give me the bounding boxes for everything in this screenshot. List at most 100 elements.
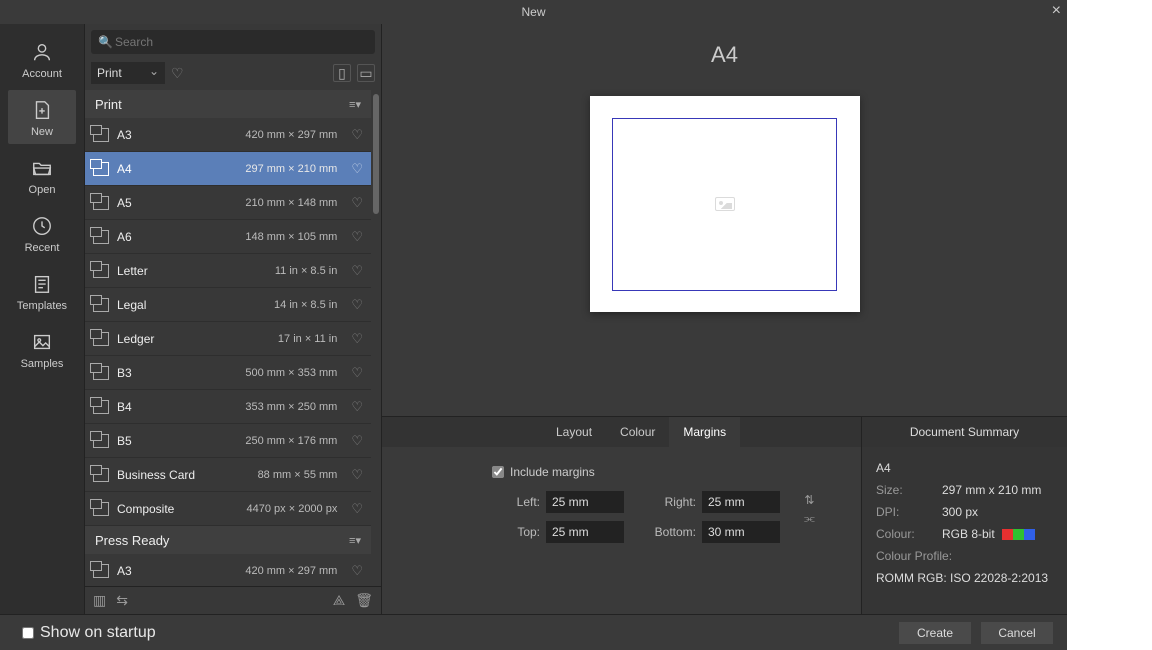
preset-row-b3[interactable]: B3 500 mm × 353 mm ♡	[85, 356, 371, 390]
page-icon	[93, 502, 109, 516]
favorite-filter-icon[interactable]: ♡	[171, 65, 184, 82]
preset-row-letter[interactable]: Letter 11 in × 8.5 in ♡	[85, 254, 371, 288]
preset-name: B4	[117, 400, 237, 414]
heart-icon[interactable]: ♡	[351, 263, 363, 279]
preset-dims: 353 mm × 250 mm	[245, 401, 337, 413]
heart-icon[interactable]: ♡	[351, 229, 363, 245]
heart-icon[interactable]: ♡	[351, 467, 363, 483]
nav-samples[interactable]: Samples	[8, 322, 76, 376]
margin-left-label: Left:	[492, 495, 540, 509]
tab-margins[interactable]: Margins	[669, 417, 740, 447]
preset-name: A5	[117, 196, 237, 210]
cancel-button[interactable]: Cancel	[981, 622, 1053, 644]
window-title: New	[521, 5, 545, 19]
tab-layout[interactable]: Layout	[542, 417, 606, 447]
page-margin-box	[612, 118, 837, 291]
category-select[interactable]: Print	[91, 62, 165, 84]
preset-dims: 88 mm × 55 mm	[258, 469, 338, 481]
new-document-icon	[28, 98, 56, 122]
footer: Show on startup Create Cancel	[0, 614, 1067, 650]
page-icon	[93, 434, 109, 448]
show-on-startup-label: Show on startup	[40, 624, 156, 642]
nav-label: Templates	[17, 300, 67, 312]
group-title: Press Ready	[95, 533, 169, 548]
margin-bottom-label: Bottom:	[648, 525, 696, 539]
group-header-print: Print ≡▾	[85, 90, 371, 118]
page-icon	[93, 332, 109, 346]
preset-row-a3[interactable]: A3 420 mm × 297 mm ♡	[85, 118, 371, 152]
page-preview	[590, 96, 860, 312]
preset-row-ledger[interactable]: Ledger 17 in × 11 in ♡	[85, 322, 371, 356]
margin-bottom-input[interactable]	[702, 521, 780, 543]
preview-title: A4	[711, 42, 738, 68]
preset-row-legal[interactable]: Legal 14 in × 8.5 in ♡	[85, 288, 371, 322]
preset-name: B5	[117, 434, 237, 448]
unlink-margins-icon[interactable]: ⫘	[804, 511, 815, 526]
margin-left-input[interactable]	[546, 491, 624, 513]
preset-row-composite[interactable]: Composite 4470 px × 2000 px ♡	[85, 492, 371, 526]
summary-size-label: Size:	[876, 483, 942, 497]
nav-account[interactable]: Account	[8, 32, 76, 86]
heart-icon[interactable]: ♡	[351, 161, 363, 177]
nav-recent[interactable]: Recent	[8, 206, 76, 260]
swatch-blue	[1024, 529, 1035, 540]
preset-dims: 210 mm × 148 mm	[245, 197, 337, 209]
include-margins-checkbox[interactable]	[492, 466, 504, 478]
preset-dims: 14 in × 8.5 in	[274, 299, 337, 311]
organize-icon[interactable]: ⇆	[116, 592, 128, 609]
heart-icon[interactable]: ♡	[351, 195, 363, 211]
group-menu-icon[interactable]: ≡▾	[349, 534, 361, 547]
group-menu-icon[interactable]: ≡▾	[349, 98, 361, 111]
summary-size: 297 mm x 210 mm	[942, 483, 1041, 497]
preset-row-press-a3[interactable]: A3 420 mm × 297 mm ♡	[85, 554, 371, 586]
group-header-press-ready: Press Ready ≡▾	[85, 526, 371, 554]
swatch-red	[1002, 529, 1013, 540]
preview-area: A4	[382, 24, 1067, 416]
preset-row-business-card[interactable]: Business Card 88 mm × 55 mm ♡	[85, 458, 371, 492]
heart-icon[interactable]: ♡	[351, 433, 363, 449]
landscape-icon[interactable]: ▭	[357, 64, 375, 82]
heart-icon[interactable]: ♡	[351, 365, 363, 381]
show-on-startup-checkbox[interactable]	[22, 627, 34, 639]
nav-templates[interactable]: Templates	[8, 264, 76, 318]
tab-colour[interactable]: Colour	[606, 417, 669, 447]
preset-row-a4[interactable]: A4 297 mm × 210 mm ♡	[85, 152, 371, 186]
link-margins-icon[interactable]: ⇅	[804, 493, 814, 507]
rename-icon[interactable]: ⟁	[333, 592, 346, 609]
margin-top-input[interactable]	[546, 521, 624, 543]
close-icon[interactable]: ×	[1052, 2, 1061, 20]
presets-panel: 🔍 Print ♡ ▯ ▭ Print ≡▾	[84, 24, 382, 614]
heart-icon[interactable]: ♡	[351, 501, 363, 517]
add-preset-icon[interactable]: ▥	[93, 592, 106, 609]
heart-icon[interactable]: ♡	[351, 331, 363, 347]
settings-tabs: Layout Colour Margins	[382, 417, 861, 447]
preset-row-b4[interactable]: B4 353 mm × 250 mm ♡	[85, 390, 371, 424]
heart-icon[interactable]: ♡	[351, 399, 363, 415]
nav-new[interactable]: New	[8, 90, 76, 144]
page-icon	[93, 264, 109, 278]
preset-dims: 11 in × 8.5 in	[275, 265, 337, 277]
portrait-icon[interactable]: ▯	[333, 64, 351, 82]
preset-scrollbar[interactable]	[373, 94, 379, 214]
preset-dims: 420 mm × 297 mm	[245, 565, 337, 577]
summary-title: Document Summary	[862, 417, 1067, 447]
nav-label: Account	[22, 68, 62, 80]
heart-icon[interactable]: ♡	[351, 563, 363, 579]
margins-panel: Include margins Left: Top:	[382, 447, 861, 614]
heart-icon[interactable]: ♡	[351, 127, 363, 143]
image-icon	[28, 330, 56, 354]
preset-row-a5[interactable]: A5 210 mm × 148 mm ♡	[85, 186, 371, 220]
preset-name: Ledger	[117, 332, 270, 346]
delete-icon[interactable]: 🗑	[355, 592, 373, 609]
preset-row-a6[interactable]: A6 148 mm × 105 mm ♡	[85, 220, 371, 254]
margin-right-input[interactable]	[702, 491, 780, 513]
search-input[interactable]	[91, 30, 375, 54]
nav-open[interactable]: Open	[8, 148, 76, 202]
heart-icon[interactable]: ♡	[351, 297, 363, 313]
preset-name: A3	[117, 128, 237, 142]
preset-row-b5[interactable]: B5 250 mm × 176 mm ♡	[85, 424, 371, 458]
page-icon	[93, 162, 109, 176]
preset-name: A3	[117, 564, 237, 578]
margin-top-label: Top:	[492, 525, 540, 539]
create-button[interactable]: Create	[899, 622, 971, 644]
